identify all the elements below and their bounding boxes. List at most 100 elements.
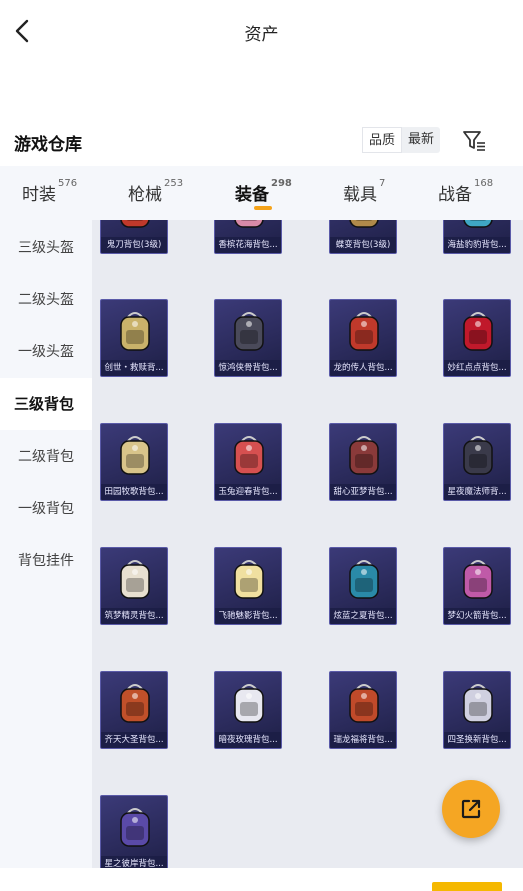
item-name: 星夜魔法师背... bbox=[444, 484, 510, 500]
external-link-icon bbox=[461, 799, 481, 819]
item-name: 玉兔迎春背包... bbox=[215, 484, 281, 500]
backpack-icon bbox=[349, 684, 379, 723]
sidebar-item-backpack-charm[interactable]: 背包挂件 bbox=[0, 549, 92, 573]
backpack-icon bbox=[120, 220, 150, 228]
item-name: 龙的传人背包... bbox=[330, 360, 396, 376]
item-grid: 鬼刀背包(3级) 香槟花海背包... 蝶变背包(3级) 海盐豹豹背包... 创世・救赎背… bbox=[92, 220, 523, 868]
item-card[interactable]: 四圣换新背包... bbox=[443, 671, 511, 749]
sort-toggle: 品质 最新 bbox=[362, 127, 441, 153]
sort-quality-button[interactable]: 品质 bbox=[362, 127, 403, 153]
sidebar-item-level1-helmet[interactable]: 一级头盔 bbox=[0, 340, 92, 364]
item-card[interactable]: 玉兔迎春背包... bbox=[214, 423, 282, 501]
backpack-icon bbox=[463, 312, 493, 351]
item-name: 星之彼岸背包... bbox=[101, 856, 167, 868]
item-name: 齐天大圣背包... bbox=[101, 732, 167, 748]
category-tabs: 时装576 枪械253 装备298 载具7 战备168 bbox=[0, 166, 523, 220]
item-name: 飞驰魅影背包... bbox=[215, 608, 281, 624]
tab-count: 168 bbox=[474, 178, 494, 189]
backpack-icon bbox=[234, 220, 264, 228]
backpack-icon bbox=[463, 436, 493, 475]
backpack-icon bbox=[234, 560, 264, 599]
warehouse-row: 游戏仓库 品质 最新 bbox=[0, 118, 523, 166]
sort-latest-button[interactable]: 最新 bbox=[402, 127, 440, 153]
backpack-icon bbox=[234, 436, 264, 475]
item-card[interactable]: 甜心亚梦背包... bbox=[329, 423, 397, 501]
backpack-icon bbox=[463, 220, 493, 228]
backpack-icon bbox=[349, 436, 379, 475]
tab-vehicles[interactable]: 载具7 bbox=[343, 178, 385, 205]
item-card[interactable]: 鬼刀背包(3级) bbox=[100, 220, 168, 254]
item-card[interactable]: 海盐豹豹背包... bbox=[443, 220, 511, 254]
backpack-icon bbox=[234, 312, 264, 351]
sidebar-item-level2-backpack[interactable]: 二级背包 bbox=[0, 445, 92, 469]
item-card[interactable]: 齐天大圣背包... bbox=[100, 671, 168, 749]
backpack-icon bbox=[120, 684, 150, 723]
tab-label: 枪械 bbox=[128, 185, 162, 205]
item-card[interactable]: 香槟花海背包... bbox=[214, 220, 282, 254]
item-card[interactable]: 创世・救赎背... bbox=[100, 299, 168, 377]
page-title: 资产 bbox=[244, 25, 279, 45]
tab-label: 载具 bbox=[343, 185, 377, 205]
item-name: 蝶变背包(3级) bbox=[330, 237, 396, 253]
tab-label: 装备 bbox=[235, 185, 269, 205]
item-name: 梦幻火箭背包... bbox=[444, 608, 510, 624]
item-card[interactable]: 龙的传人背包... bbox=[329, 299, 397, 377]
header-bar: 资产 bbox=[0, 0, 523, 64]
item-card[interactable]: 暗夜玫瑰背包... bbox=[214, 671, 282, 749]
tab-fashion[interactable]: 时装576 bbox=[22, 178, 78, 205]
item-name: 瑞龙福将背包... bbox=[330, 732, 396, 748]
backpack-icon bbox=[463, 560, 493, 599]
tab-count: 576 bbox=[58, 178, 78, 189]
backpack-icon bbox=[349, 312, 379, 351]
item-name: 甜心亚梦背包... bbox=[330, 484, 396, 500]
tab-label: 时装 bbox=[22, 185, 56, 205]
tab-supplies[interactable]: 战备168 bbox=[438, 178, 494, 205]
item-card[interactable]: 星之彼岸背包... bbox=[100, 795, 168, 868]
active-tab-indicator bbox=[254, 206, 272, 210]
backpack-icon bbox=[120, 560, 150, 599]
item-name: 妙红点点背包... bbox=[444, 360, 510, 376]
backpack-icon bbox=[234, 684, 264, 723]
bottom-bar bbox=[0, 868, 523, 891]
filter-button[interactable] bbox=[460, 126, 488, 154]
sidebar-item-level1-backpack[interactable]: 一级背包 bbox=[0, 497, 92, 521]
backpack-icon bbox=[120, 436, 150, 475]
item-name: 鬼刀背包(3级) bbox=[101, 237, 167, 253]
item-name: 四圣换新背包... bbox=[444, 732, 510, 748]
item-card[interactable]: 瑞龙福将背包... bbox=[329, 671, 397, 749]
backpack-icon bbox=[120, 312, 150, 351]
item-card[interactable]: 炫蓝之夏背包... bbox=[329, 547, 397, 625]
item-card[interactable]: 星夜魔法师背... bbox=[443, 423, 511, 501]
item-name: 暗夜玫瑰背包... bbox=[215, 732, 281, 748]
backpack-icon bbox=[120, 808, 150, 847]
tab-equipment[interactable]: 装备298 bbox=[235, 178, 292, 205]
sidebar-item-level2-helmet[interactable]: 二级头盔 bbox=[0, 288, 92, 312]
tab-count: 253 bbox=[164, 178, 184, 189]
backpack-icon bbox=[463, 684, 493, 723]
sidebar-item-level3-backpack[interactable]: 三级背包 bbox=[0, 378, 92, 430]
share-fab-button[interactable] bbox=[442, 780, 500, 838]
backpack-icon bbox=[349, 220, 379, 228]
tab-label: 战备 bbox=[438, 185, 472, 205]
item-name: 惊鸿侠骨背包... bbox=[215, 360, 281, 376]
item-card[interactable]: 飞驰魅影背包... bbox=[214, 547, 282, 625]
item-card[interactable]: 梦幻火箭背包... bbox=[443, 547, 511, 625]
tab-firearms[interactable]: 枪械253 bbox=[128, 178, 184, 205]
subcategory-sidebar: 三级头盔 二级头盔 一级头盔 三级背包 二级背包 一级背包 背包挂件 bbox=[0, 220, 92, 868]
item-name: 炫蓝之夏背包... bbox=[330, 608, 396, 624]
bottom-action-button[interactable] bbox=[432, 882, 502, 891]
item-name: 香槟花海背包... bbox=[215, 237, 281, 253]
item-name: 创世・救赎背... bbox=[101, 360, 167, 376]
warehouse-title: 游戏仓库 bbox=[14, 135, 82, 155]
item-card[interactable]: 筑梦精灵背包... bbox=[100, 547, 168, 625]
sidebar-item-level3-helmet[interactable]: 三级头盔 bbox=[0, 236, 92, 260]
item-card[interactable]: 田园牧歌背包... bbox=[100, 423, 168, 501]
item-card[interactable]: 妙红点点背包... bbox=[443, 299, 511, 377]
item-name: 筑梦精灵背包... bbox=[101, 608, 167, 624]
item-card[interactable]: 蝶变背包(3级) bbox=[329, 220, 397, 254]
filter-icon bbox=[463, 131, 485, 151]
item-card[interactable]: 惊鸿侠骨背包... bbox=[214, 299, 282, 377]
item-name: 田园牧歌背包... bbox=[101, 484, 167, 500]
tab-count: 298 bbox=[271, 178, 292, 189]
backpack-icon bbox=[349, 560, 379, 599]
